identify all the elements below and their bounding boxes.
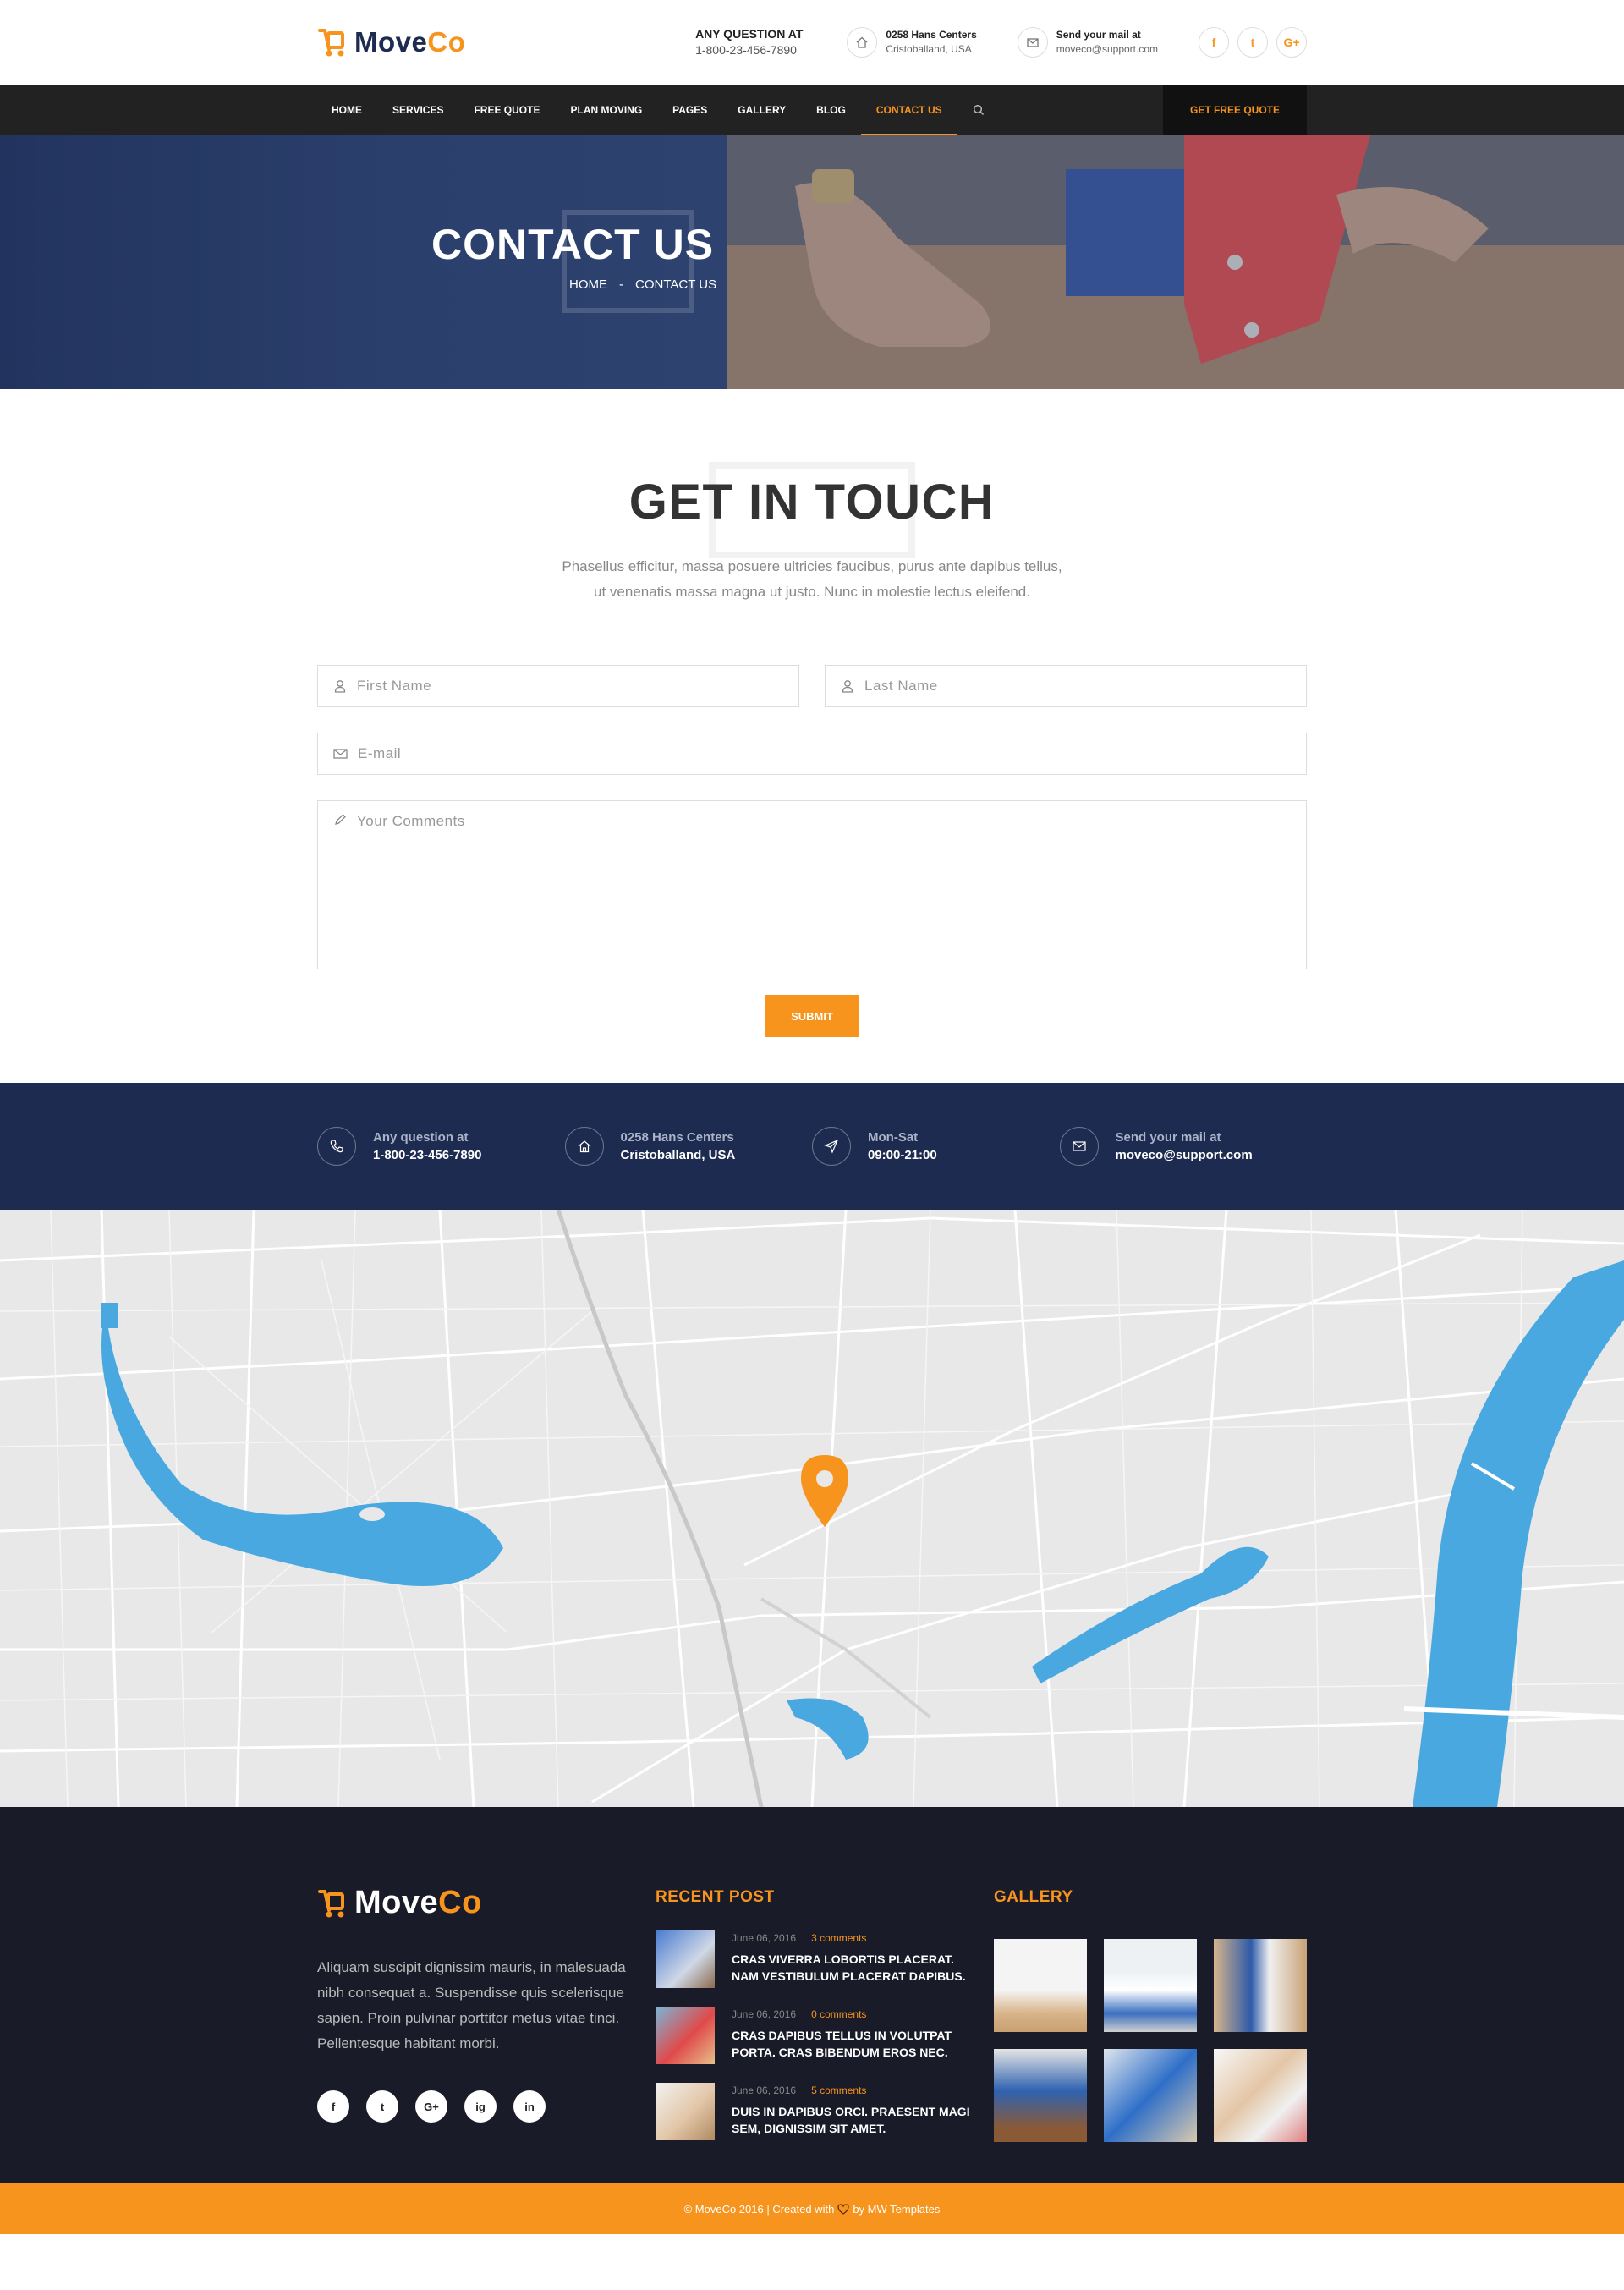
header-phone-link[interactable]: 1-800-23-456-7890 [695,42,803,58]
list-item[interactable]: June 06, 2016 5 comments DUIS IN DAPIBUS … [656,2083,977,2140]
facebook-icon[interactable]: f [1199,27,1229,58]
linkedin-icon[interactable]: in [513,2090,546,2123]
user-icon [842,680,853,693]
breadcrumb-home[interactable]: HOME [569,277,607,292]
location-map[interactable] [0,1210,1624,1807]
gallery-image[interactable] [1214,2049,1307,2142]
google-plus-icon[interactable]: G+ [415,2090,447,2123]
home-icon [564,1127,604,1166]
twitter-icon[interactable]: t [1237,27,1268,58]
nav-gallery[interactable]: GALLERY [722,85,801,135]
header-socials: f t G+ [1199,27,1307,58]
phone-icon [317,1127,356,1166]
comments-textarea[interactable]: Your Comments [317,800,1307,969]
banner-photo [727,135,1624,389]
pencil-icon [335,814,346,825]
user-icon [334,680,346,693]
gallery-image[interactable] [994,2049,1087,2142]
list-item[interactable]: June 06, 2016 3 comments CRAS VIVERRA LOB… [656,1930,977,1988]
breadcrumb-current: CONTACT US [635,277,717,292]
gallery-image[interactable] [1214,1939,1307,2032]
info-address: 0258 Hans Centers Cristoballand, USA [564,1127,813,1166]
page-title: CONTACT US [431,221,715,268]
info-phone-link[interactable]: 1-800-23-456-7890 [373,1146,481,1164]
section-title: GET IN TOUCH [628,475,996,530]
first-name-input[interactable]: First Name [317,665,799,707]
post-thumbnail[interactable] [656,2083,715,2140]
envelope-icon [1017,27,1048,58]
get-free-quote-button[interactable]: GET FREE QUOTE [1163,85,1307,135]
footer-about: MoveCo Aliquam suscipit dignissim mauris… [317,1885,630,2123]
last-name-input[interactable]: Last Name [825,665,1307,707]
info-mail-link[interactable]: moveco@support.com [1116,1146,1253,1164]
header-mail-link[interactable]: moveco@support.com [1056,42,1158,57]
nav-contact-us[interactable]: CONTACT US [860,85,957,135]
info-bar: Any question at 1-800-23-456-7890 0258 H… [0,1083,1624,1210]
envelope-icon [1059,1127,1099,1166]
heart-icon [837,2203,849,2215]
copyright-bar: © MoveCo 2016 | Created with by MW Templ… [0,2183,1624,2234]
facebook-icon[interactable]: f [317,2090,349,2123]
gallery-title: GALLERY [994,1888,1073,1906]
breadcrumb: HOME - CONTACT US [569,277,716,292]
top-bar: MoveCo ANY QUESTION AT 1-800-23-456-7890… [0,0,1624,85]
nav-home[interactable]: HOME [317,85,377,135]
author-link[interactable]: by MW Templates [853,2203,940,2216]
paper-plane-icon [812,1127,851,1166]
post-title[interactable]: DUIS IN DAPIBUS ORCI. PRAESENT MAGI SEM,… [732,2103,977,2137]
footer-recent-posts: RECENT POST June 06, 2016 3 comments CRAS… [656,1888,977,2140]
email-input[interactable]: E-mail [317,733,1307,775]
gallery-image[interactable] [1104,2049,1197,2142]
footer-brand-name: MoveCo [354,1885,482,1920]
instagram-icon[interactable]: ig [464,2090,497,2123]
header-phone: ANY QUESTION AT 1-800-23-456-7890 [695,27,804,58]
footer-gallery: GALLERY [994,1888,1307,2142]
post-title[interactable]: CRAS DAPIBUS TELLUS IN VOLUTPAT PORTA. C… [732,2027,977,2061]
logo[interactable]: MoveCo [317,26,465,58]
footer-socials: f t G+ ig in [317,2090,630,2123]
home-icon [847,27,878,58]
nav-pages[interactable]: PAGES [657,85,722,135]
footer-logo[interactable]: MoveCo [317,1885,630,1921]
nav-blog[interactable]: BLOG [801,85,861,135]
contact-form: First Name Last Name E-mail Your Comment… [317,665,1307,1037]
header-address: 0258 Hans Centers Cristoballand, USA [847,27,977,58]
contact-section: GET IN TOUCH Phasellus efficitur, massa … [0,389,1624,1083]
gallery-image[interactable] [1104,1939,1197,2032]
gallery-image[interactable] [994,1939,1087,2032]
info-mail: Send your mail at moveco@support.com [1059,1127,1308,1166]
page-banner: CONTACT US HOME - CONTACT US [0,135,1624,389]
list-item[interactable]: June 06, 2016 0 comments CRAS DAPIBUS TEL… [656,2007,977,2064]
header-mail: Send your mail at moveco@support.com [1017,27,1158,58]
footer-about-text: Aliquam suscipit dignissim mauris, in ma… [317,1959,626,2051]
info-phone: Any question at 1-800-23-456-7890 [317,1127,565,1166]
brand-name: MoveCo [354,26,466,58]
hand-truck-icon [318,1889,344,1917]
nav-plan-moving[interactable]: PLAN MOVING [555,85,657,135]
post-title[interactable]: CRAS VIVERRA LOBORTIS PLACERAT. NAM VEST… [732,1951,977,1985]
post-thumbnail[interactable] [656,1930,715,1988]
footer: MoveCo Aliquam suscipit dignissim mauris… [0,1807,1624,2234]
post-thumbnail[interactable] [656,2007,715,2064]
envelope-icon [333,749,348,759]
main-nav: HOME SERVICES FREE QUOTE PLAN MOVING PAG… [0,85,1624,135]
breadcrumb-separator: - [619,277,623,292]
nav-services[interactable]: SERVICES [377,85,458,135]
google-plus-icon[interactable]: G+ [1276,27,1307,58]
recent-post-title: RECENT POST [656,1888,775,1906]
section-text: Phasellus efficitur, massa posuere ultri… [562,558,1062,600]
info-hours: Mon-Sat 09:00-21:00 [812,1127,1060,1166]
twitter-icon[interactable]: t [366,2090,398,2123]
nav-free-quote[interactable]: FREE QUOTE [458,85,555,135]
hand-truck-icon [318,29,344,57]
search-icon[interactable] [957,85,1000,135]
submit-button[interactable]: SUBMIT [765,995,859,1037]
